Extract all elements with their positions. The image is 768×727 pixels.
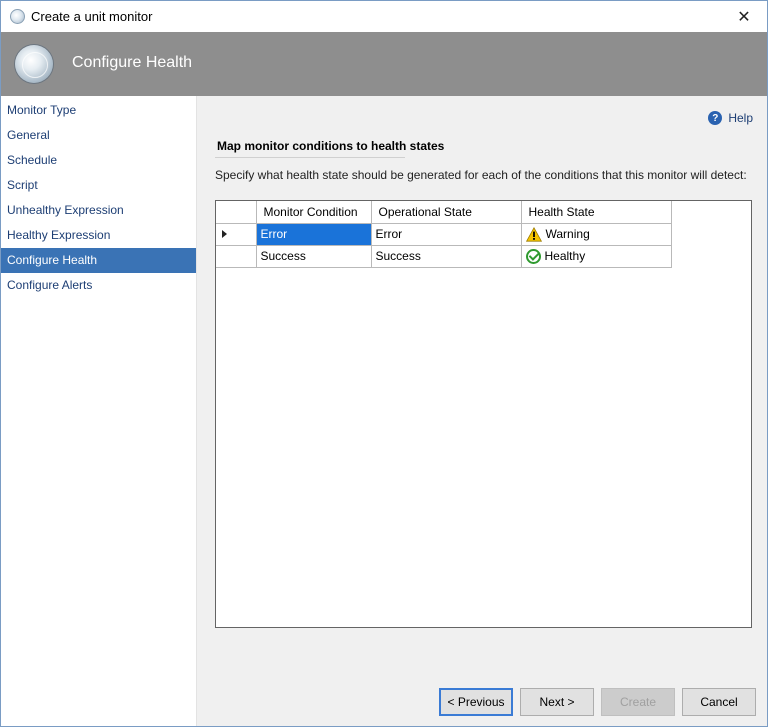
healthy-check-icon	[525, 248, 541, 264]
grid-corner-cell	[216, 201, 257, 224]
cancel-button[interactable]: Cancel	[682, 688, 756, 716]
cell-monitor-condition[interactable]: Success	[255, 244, 372, 268]
health-mapping-grid: Monitor Condition Operational State Heal…	[215, 200, 752, 628]
create-button[interactable]: Create	[601, 688, 675, 716]
wizard-footer: < Previous Next > Create Cancel	[197, 674, 767, 726]
nav-item-configure-alerts[interactable]: Configure Alerts	[1, 273, 196, 298]
header-banner: Configure Health	[1, 32, 767, 96]
wizard-window: Create a unit monitor ✕ Configure Health…	[0, 0, 768, 727]
nav-item-script[interactable]: Script	[1, 173, 196, 198]
nav-item-healthy-expression[interactable]: Healthy Expression	[1, 223, 196, 248]
nav-item-unhealthy-expression[interactable]: Unhealthy Expression	[1, 198, 196, 223]
cell-health-state[interactable]: Warning	[520, 222, 672, 246]
section-divider	[215, 157, 405, 158]
row-header-current[interactable]	[216, 222, 257, 246]
health-state-label: Warning	[545, 227, 590, 241]
nav-item-configure-health[interactable]: Configure Health	[1, 248, 196, 273]
cell-operational-state[interactable]: Success	[370, 244, 522, 268]
main-content: ? Help Map monitor conditions to health …	[197, 96, 767, 674]
table-row[interactable]: Success Success Healthy	[216, 244, 672, 268]
grid-header-row: Monitor Condition Operational State Heal…	[216, 201, 672, 224]
help-label: Help	[728, 111, 753, 125]
row-header[interactable]	[216, 244, 257, 268]
column-header-monitor-condition[interactable]: Monitor Condition	[255, 201, 372, 224]
nav-item-monitor-type[interactable]: Monitor Type	[1, 98, 196, 123]
app-icon	[10, 9, 25, 24]
page-title: Configure Health	[72, 54, 193, 71]
window-title: Create a unit monitor	[31, 9, 153, 24]
table-row[interactable]: Error Error Warning	[216, 222, 672, 246]
section-description: Specify what health state should be gene…	[215, 168, 747, 182]
wizard-nav: Monitor Type General Schedule Script Unh…	[1, 96, 197, 726]
section-title: Map monitor conditions to health states	[217, 139, 445, 153]
cell-monitor-condition[interactable]: Error	[255, 222, 372, 246]
cell-operational-state[interactable]: Error	[370, 222, 522, 246]
cell-health-state[interactable]: Healthy	[520, 244, 672, 268]
previous-button[interactable]: < Previous	[439, 688, 513, 716]
health-state-label: Healthy	[544, 249, 586, 263]
next-button[interactable]: Next >	[520, 688, 594, 716]
title-bar: Create a unit monitor ✕	[1, 1, 767, 32]
current-row-arrow-icon	[222, 230, 227, 238]
help-icon: ?	[708, 111, 723, 125]
nav-item-schedule[interactable]: Schedule	[1, 148, 196, 173]
column-header-operational-state[interactable]: Operational State	[370, 201, 522, 224]
nav-item-general[interactable]: General	[1, 123, 196, 148]
close-button[interactable]: ✕	[721, 1, 767, 32]
column-header-health-state[interactable]: Health State	[520, 201, 672, 224]
help-link[interactable]: ? Help	[708, 111, 753, 125]
warning-icon	[525, 226, 542, 242]
monitor-icon	[15, 45, 53, 83]
